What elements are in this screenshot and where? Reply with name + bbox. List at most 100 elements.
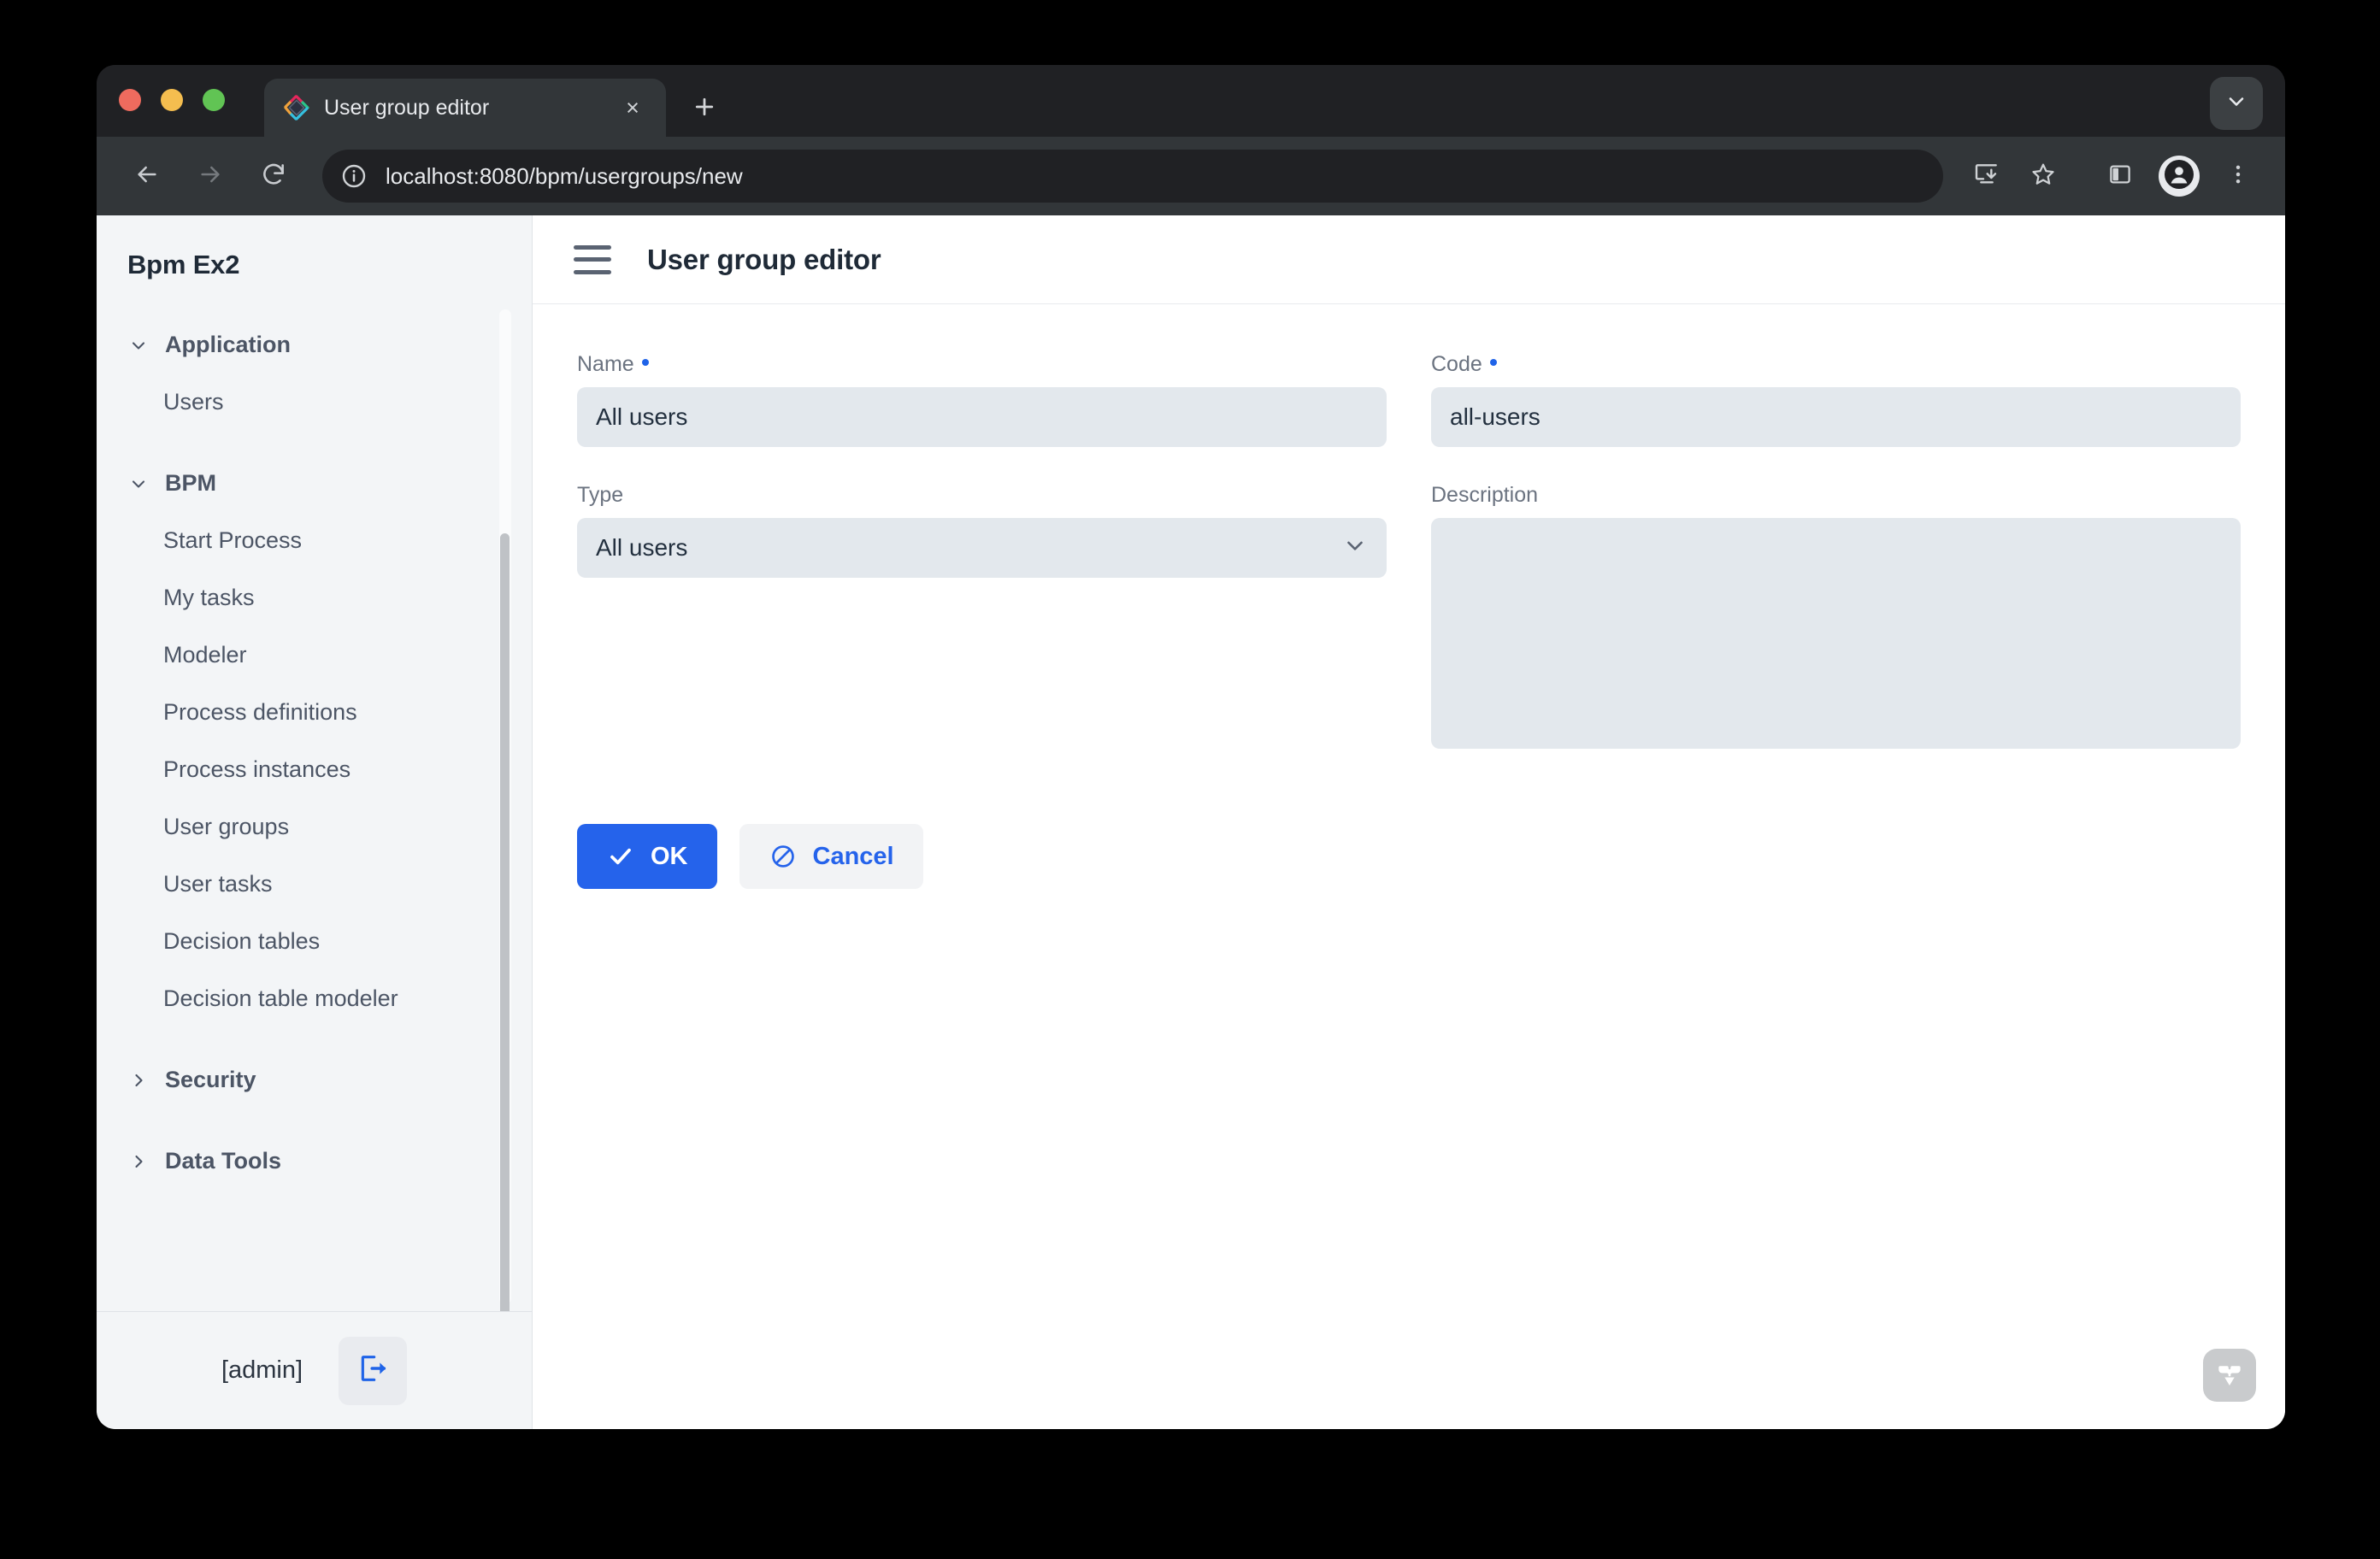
cancel-button-label: Cancel <box>813 843 894 871</box>
arrow-right-icon <box>197 161 224 192</box>
side-panel-button[interactable] <box>2095 151 2145 201</box>
main-content: User group editor Name All users <box>533 215 2285 1429</box>
page-title: User group editor <box>647 244 881 276</box>
description-field-label: Description <box>1431 483 2241 508</box>
browser-tab-title: User group editor <box>324 96 603 121</box>
type-field-label: Type <box>577 483 1387 508</box>
star-icon <box>2029 161 2057 192</box>
sidebar-scrollbar-thumb[interactable] <box>500 533 510 1311</box>
sidebar-spacer <box>97 1109 532 1132</box>
user-group-form: Name All users Type All users <box>533 304 2285 785</box>
field-name: Name All users <box>577 352 1387 447</box>
forward-button[interactable] <box>182 148 239 204</box>
sidebar-item-my-tasks[interactable]: My tasks <box>97 569 532 627</box>
new-tab-button[interactable] <box>678 80 731 133</box>
window-controls <box>119 65 225 137</box>
browser-window: User group editor × <box>97 65 2285 1429</box>
description-textarea[interactable] <box>1431 518 2241 749</box>
required-indicator-icon <box>642 359 649 366</box>
address-bar[interactable]: localhost:8080/bpm/usergroups/new <box>322 150 1943 203</box>
name-input[interactable]: All users <box>577 387 1387 447</box>
sidebar-item-process-instances[interactable]: Process instances <box>97 741 532 798</box>
sidebar-item-user-groups[interactable]: User groups <box>97 798 532 856</box>
three-dot-menu-icon <box>2226 162 2250 191</box>
sidebar-footer: [admin] <box>97 1311 532 1429</box>
maximize-window-button[interactable] <box>203 89 225 111</box>
bookmark-button[interactable] <box>2018 151 2068 201</box>
ok-button-label: OK <box>651 843 688 871</box>
code-field-label: Code <box>1431 352 2241 377</box>
form-column-right: Code all-users Description <box>1431 352 2241 785</box>
side-panel-icon <box>2107 162 2133 191</box>
chevron-right-icon <box>127 1150 150 1173</box>
field-label-text: Description <box>1431 483 1538 508</box>
chevron-right-icon <box>127 1069 150 1091</box>
app-brand-title: Bpm Ex2 <box>97 215 532 303</box>
name-field-label: Name <box>577 352 1387 377</box>
jmix-diamond-icon <box>283 94 310 121</box>
sidebar-item-user-tasks[interactable]: User tasks <box>97 856 532 913</box>
sidebar-group-label: Security <box>165 1067 256 1093</box>
tab-search-button[interactable] <box>2210 77 2263 130</box>
close-window-button[interactable] <box>119 89 141 111</box>
sidebar-item-modeler[interactable]: Modeler <box>97 627 532 684</box>
form-column-left: Name All users Type All users <box>577 352 1387 785</box>
form-grid: Name All users Type All users <box>577 352 2241 785</box>
sidebar-item-start-process[interactable]: Start Process <box>97 512 532 569</box>
sidebar-group-bpm[interactable]: BPM <box>97 455 532 512</box>
sidebar-item-process-definitions[interactable]: Process definitions <box>97 684 532 741</box>
person-icon <box>2165 160 2194 193</box>
field-label-text: Name <box>577 352 634 377</box>
sidebar-spacer <box>97 1027 532 1051</box>
sidebar-group-application[interactable]: Application <box>97 316 532 374</box>
page-viewport: Bpm Ex2 Application Users BPM Start Pr <box>97 215 2285 1429</box>
logout-icon <box>356 1351 390 1390</box>
profile-button[interactable] <box>2159 156 2200 197</box>
browser-menu-button[interactable] <box>2213 151 2263 201</box>
chevron-down-icon <box>2224 90 2248 118</box>
close-tab-button[interactable]: × <box>616 91 649 124</box>
back-button[interactable] <box>119 148 175 204</box>
address-bar-url: localhost:8080/bpm/usergroups/new <box>386 163 743 190</box>
info-circle-icon[interactable] <box>334 156 374 196</box>
minimize-window-button[interactable] <box>161 89 183 111</box>
type-select-value: All users <box>596 534 687 562</box>
logout-button[interactable] <box>339 1337 407 1405</box>
install-app-button[interactable] <box>1962 151 2012 201</box>
sidebar-group-security[interactable]: Security <box>97 1051 532 1109</box>
ban-circle-icon <box>769 842 798 871</box>
arrow-left-icon <box>133 161 161 192</box>
browser-tab[interactable]: User group editor × <box>264 79 666 137</box>
vaadin-logo-icon[interactable] <box>2203 1349 2256 1402</box>
ok-button[interactable]: OK <box>577 824 717 889</box>
sidebar-group-label: Application <box>165 332 291 358</box>
code-input[interactable]: all-users <box>1431 387 2241 447</box>
main-header: User group editor <box>533 215 2285 304</box>
sidebar-item-decision-table-modeler[interactable]: Decision table modeler <box>97 970 532 1027</box>
field-label-text: Code <box>1431 352 1482 377</box>
field-code: Code all-users <box>1431 352 2241 447</box>
sidebar-nav: Application Users BPM Start Process My t… <box>97 303 532 1311</box>
install-app-icon <box>1973 161 2000 192</box>
browser-toolbar: localhost:8080/bpm/usergroups/new <box>97 137 2285 215</box>
sidebar-item-decision-tables[interactable]: Decision tables <box>97 913 532 970</box>
sidebar-item-users[interactable]: Users <box>97 374 532 431</box>
sidebar-group-label: BPM <box>165 470 216 497</box>
field-label-text: Type <box>577 483 623 508</box>
sidebar-spacer <box>97 431 532 455</box>
form-actions: OK Cancel <box>533 785 2285 889</box>
chevron-down-icon <box>1342 532 1368 564</box>
field-type: Type All users <box>577 483 1387 578</box>
sidebar-group-label: Data Tools <box>165 1148 281 1174</box>
hamburger-menu-icon[interactable] <box>574 245 611 274</box>
reload-button[interactable] <box>245 148 302 204</box>
field-description: Description <box>1431 483 2241 749</box>
browser-tab-strip: User group editor × <box>97 65 2285 137</box>
check-icon <box>606 842 635 871</box>
chevron-down-icon <box>127 473 150 495</box>
required-indicator-icon <box>1490 359 1497 366</box>
type-select[interactable]: All users <box>577 518 1387 578</box>
sidebar-group-data-tools[interactable]: Data Tools <box>97 1132 532 1190</box>
current-user-label: [admin] <box>221 1356 303 1385</box>
cancel-button[interactable]: Cancel <box>739 824 923 889</box>
